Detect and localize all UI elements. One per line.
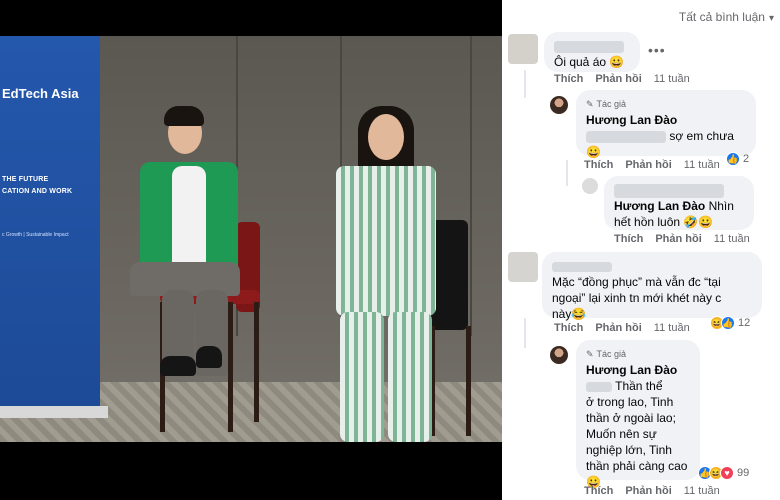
like-link[interactable]: Thích	[554, 73, 583, 85]
reaction-summary[interactable]: 👍 😆 ♥ 99	[698, 466, 749, 480]
blurred-mention	[586, 130, 666, 143]
wall-panel	[470, 36, 472, 336]
banner-subtitle: c Growth | Sustainable Impact	[2, 232, 69, 238]
like-link[interactable]: Thích	[584, 485, 613, 497]
comment-bubble: Hương Lan Đào Nhìn hết hồn luôn 🤣😀	[604, 176, 754, 230]
banner-line: CATION AND WORK	[2, 188, 73, 195]
woman-head	[368, 114, 404, 160]
reply-link[interactable]: Phản hồi	[625, 159, 671, 171]
comment-text: này😂	[552, 307, 587, 321]
blurred-name	[614, 183, 724, 198]
avatar[interactable]	[582, 178, 598, 194]
comment-text: Ôi quả áo 😀	[554, 55, 625, 69]
edtech-banner: EdTech Asia THE FUTURE CATION AND WORK c…	[0, 36, 100, 416]
comment-line: Muốn nên sự	[586, 427, 657, 441]
avatar[interactable]	[508, 252, 538, 282]
author-name[interactable]: Hương Lan Đào	[586, 363, 677, 377]
blurred-name	[554, 40, 624, 53]
comment-text: Nhìn	[708, 199, 734, 213]
man-hair	[164, 106, 204, 126]
comment-actions: Thích Phản hồi 11 tuần	[554, 322, 702, 334]
comment-actions: Thích Phản hồi 11 tuần	[554, 73, 702, 85]
comment-bubble: Mặc “đồng phục” mà vẫn đc “tại ngoại” lạ…	[542, 252, 762, 321]
blurred-name	[552, 261, 612, 272]
comment-bubble: Ôi quả áo 😀	[544, 32, 640, 72]
pencil-icon: ✎	[586, 349, 594, 359]
reaction-summary[interactable]: 😆 👍 12	[710, 316, 750, 330]
comment-text: Mặc “đồng phục” mà vẫn đc “tại	[552, 275, 721, 289]
timestamp: 11 tuần	[683, 485, 720, 497]
like-reaction-icon: 👍	[726, 152, 740, 166]
comment-actions: Thích Phản hồi 11 tuần	[584, 485, 732, 497]
comment-text: sợ em chưa	[669, 129, 734, 143]
sort-label: Tất cả bình luận	[678, 10, 765, 24]
reply-link[interactable]: Phản hồi	[595, 322, 641, 334]
timestamp: 11 tuần	[683, 159, 720, 171]
love-reaction-icon: ♥	[720, 466, 734, 480]
comment-emoji: 😀	[586, 145, 601, 159]
avatar[interactable]	[508, 34, 538, 64]
like-reaction-icon: 👍	[721, 316, 735, 330]
comment-sort-dropdown[interactable]: Tất cả bình luận ▾	[679, 10, 774, 24]
striped-trouser-leg	[388, 312, 432, 442]
comment-text: hết hồn luôn 🤣😀	[614, 215, 714, 229]
timestamp: 11 tuần	[653, 73, 690, 85]
reaction-count: 2	[743, 153, 750, 165]
banner-stand	[0, 406, 108, 418]
comment-bubble: ✎ Tác giả Hương Lan Đào Thần thể ở trong …	[576, 340, 700, 489]
author-avatar[interactable]	[550, 96, 568, 114]
event-photo[interactable]: EdTech Asia THE FUTURE CATION AND WORK c…	[0, 0, 502, 500]
thread-line	[524, 318, 526, 348]
striped-suit-top	[336, 166, 436, 316]
timestamp: 11 tuần	[653, 322, 690, 334]
mention-name[interactable]: Hương Lan Đào	[614, 199, 705, 213]
pencil-icon: ✎	[586, 99, 594, 109]
comment-line: thần phải càng cao	[586, 459, 688, 473]
reply-link[interactable]: Phản hồi	[595, 73, 641, 85]
comment-line: nghiệp lớn, Tinh	[586, 443, 672, 457]
comment-line: Thần thể	[615, 379, 663, 393]
like-link[interactable]: Thích	[614, 233, 643, 245]
comments-panel: Tất cả bình luận ▾ Ôi quả áo 😀 ••• Thích P…	[502, 0, 780, 500]
comment-actions: Thích Phản hồi 11 tuần	[614, 233, 762, 245]
reaction-summary[interactable]: 👍 2	[726, 152, 749, 166]
comment-actions: Thích Phản hồi 11 tuần	[584, 159, 732, 171]
blurred-mention	[586, 381, 612, 392]
comment-text: ngoại” lại xinh tn mới khét này c	[552, 291, 722, 305]
thread-line	[566, 160, 568, 186]
thread-line	[524, 70, 526, 98]
chair-leg	[254, 302, 259, 422]
black-shoe	[160, 356, 196, 376]
like-link[interactable]: Thích	[584, 159, 613, 171]
more-options-icon[interactable]: •••	[648, 42, 666, 58]
like-link[interactable]: Thích	[554, 322, 583, 334]
comment-bubble: ✎ Tác giả Hương Lan Đào sợ em chưa 😀	[576, 90, 756, 159]
reply-link[interactable]: Phản hồi	[655, 233, 701, 245]
chevron-down-icon: ▾	[768, 13, 774, 24]
comment-line: ở trong lao, Tinh	[586, 395, 674, 409]
comment-line: thần ở ngoài lao;	[586, 411, 676, 425]
black-shoe	[196, 346, 222, 368]
author-name[interactable]: Hương Lan Đào	[586, 113, 677, 127]
author-avatar[interactable]	[550, 346, 568, 364]
reply-link[interactable]: Phản hồi	[625, 485, 671, 497]
banner-line: THE FUTURE	[2, 176, 49, 183]
banner-title: EdTech Asia	[2, 86, 79, 101]
author-badge: ✎ Tác giả	[586, 99, 627, 109]
author-badge: ✎ Tác giả	[586, 349, 627, 359]
reaction-count: 12	[738, 317, 751, 329]
timestamp: 11 tuần	[713, 233, 750, 245]
striped-trouser-leg	[340, 312, 384, 442]
reaction-count: 99	[737, 467, 750, 479]
chair-leg	[228, 302, 233, 432]
white-tshirt	[172, 166, 206, 266]
chair-leg	[466, 326, 471, 436]
